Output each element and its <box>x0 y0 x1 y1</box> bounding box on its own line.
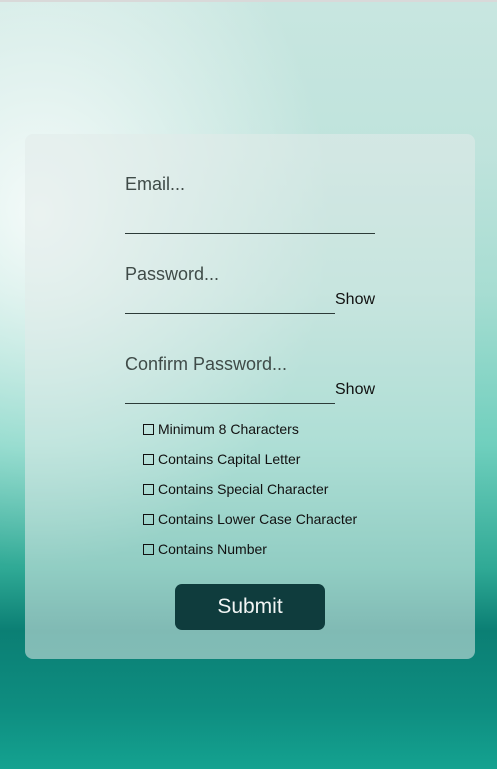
unchecked-box-icon <box>143 423 154 435</box>
requirement-number: Contains Number <box>143 541 267 557</box>
requirement-label: Contains Number <box>158 541 267 557</box>
requirement-label: Contains Special Character <box>158 481 329 497</box>
confirm-password-underline <box>125 403 335 404</box>
signup-form-card <box>25 134 475 659</box>
password-underline <box>125 313 335 314</box>
requirement-capital-letter: Contains Capital Letter <box>143 451 300 467</box>
email-input[interactable]: Email... <box>125 174 185 195</box>
confirm-password-input[interactable]: Confirm Password... <box>125 354 287 375</box>
show-password-button[interactable]: Show <box>335 291 375 309</box>
password-input[interactable]: Password... <box>125 264 219 285</box>
submit-button[interactable]: Submit <box>175 584 325 630</box>
unchecked-box-icon <box>143 483 154 495</box>
requirement-label: Contains Lower Case Character <box>158 511 358 527</box>
requirement-lower-case: Contains Lower Case Character <box>143 511 357 527</box>
requirement-label: Contains Capital Letter <box>158 451 301 467</box>
requirement-label: Minimum 8 Characters <box>158 421 299 437</box>
unchecked-box-icon <box>143 543 154 555</box>
show-confirm-password-button[interactable]: Show <box>335 381 375 399</box>
unchecked-box-icon <box>143 513 154 525</box>
top-border <box>0 0 497 2</box>
requirement-special-character: Contains Special Character <box>143 481 328 497</box>
unchecked-box-icon <box>143 453 154 465</box>
requirement-min-length: Minimum 8 Characters <box>143 421 299 437</box>
email-underline <box>125 233 375 234</box>
